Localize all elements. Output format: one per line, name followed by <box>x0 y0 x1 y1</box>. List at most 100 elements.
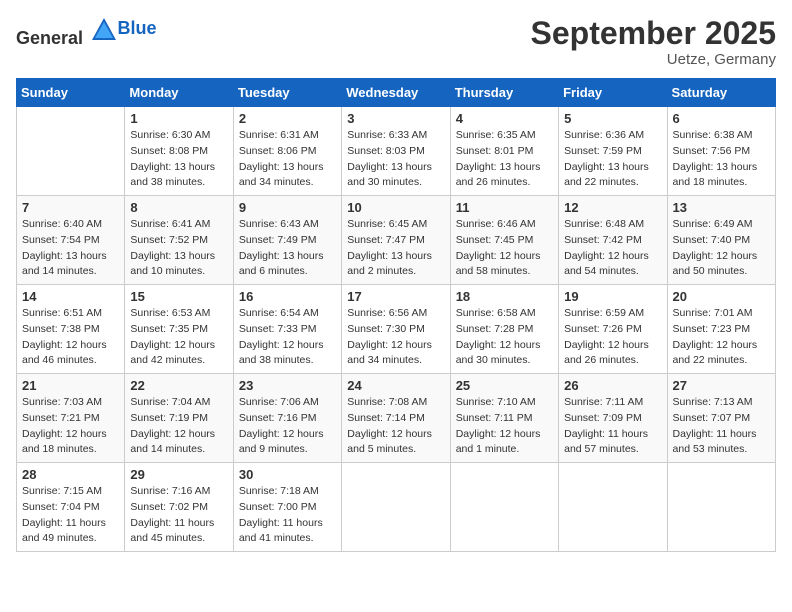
calendar-cell: 1Sunrise: 6:30 AMSunset: 8:08 PMDaylight… <box>125 107 233 196</box>
calendar-cell <box>342 463 450 552</box>
day-info: Sunrise: 6:54 AMSunset: 7:33 PMDaylight:… <box>239 306 336 369</box>
day-info: Sunrise: 6:45 AMSunset: 7:47 PMDaylight:… <box>347 217 444 280</box>
calendar-cell: 23 Sunrise: 7:06 AMSunset: 7:16 PMDayligh… <box>233 374 341 463</box>
day-info: Sunrise: 6:41 AMSunset: 7:52 PMDaylight:… <box>130 217 227 280</box>
calendar-cell: 16 Sunrise: 6:54 AMSunset: 7:33 PMDayligh… <box>233 285 341 374</box>
day-number: 21 <box>22 378 119 393</box>
day-number: 4 <box>456 111 553 126</box>
day-info: Sunrise: 7:08 AMSunset: 7:14 PMDaylight:… <box>347 395 444 458</box>
calendar-cell <box>17 107 125 196</box>
day-number: 8 <box>130 200 227 215</box>
day-info: Sunrise: 7:11 AMSunset: 7:09 PMDaylight:… <box>564 395 661 458</box>
calendar-cell <box>559 463 667 552</box>
calendar-cell: 20Sunrise: 7:01 AMSunset: 7:23 PMDayligh… <box>667 285 775 374</box>
calendar-cell: 29 Sunrise: 7:16 AMSunset: 7:02 PMDayligh… <box>125 463 233 552</box>
day-number: 27 <box>673 378 770 393</box>
calendar-cell: 15Sunrise: 6:53 AMSunset: 7:35 PMDayligh… <box>125 285 233 374</box>
day-info: Sunrise: 6:53 AMSunset: 7:35 PMDaylight:… <box>130 306 227 369</box>
day-info: Sunrise: 7:06 AMSunset: 7:16 PMDaylight:… <box>239 395 336 458</box>
calendar-cell: 19 Sunrise: 6:59 AMSunset: 7:26 PMDayligh… <box>559 285 667 374</box>
day-number: 24 <box>347 378 444 393</box>
calendar-cell: 22 Sunrise: 7:04 AMSunset: 7:19 PMDayligh… <box>125 374 233 463</box>
day-number: 16 <box>239 289 336 304</box>
day-info: Sunrise: 6:38 AMSunset: 7:56 PMDaylight:… <box>673 128 770 191</box>
day-number: 13 <box>673 200 770 215</box>
day-number: 25 <box>456 378 553 393</box>
day-number: 19 <box>564 289 661 304</box>
calendar-cell: 26 Sunrise: 7:11 AMSunset: 7:09 PMDayligh… <box>559 374 667 463</box>
day-info: Sunrise: 7:15 AMSunset: 7:04 PMDaylight:… <box>22 484 119 547</box>
day-info: Sunrise: 7:03 AMSunset: 7:21 PMDaylight:… <box>22 395 119 458</box>
week-row-5: 28Sunrise: 7:15 AMSunset: 7:04 PMDayligh… <box>17 463 776 552</box>
day-number: 26 <box>564 378 661 393</box>
calendar-cell: 4Sunrise: 6:35 AMSunset: 8:01 PMDaylight… <box>450 107 558 196</box>
calendar-cell: 5 Sunrise: 6:36 AMSunset: 7:59 PMDaylight… <box>559 107 667 196</box>
day-info: Sunrise: 6:33 AMSunset: 8:03 PMDaylight:… <box>347 128 444 191</box>
weekday-header-sunday: Sunday <box>17 79 125 107</box>
day-number: 18 <box>456 289 553 304</box>
day-info: Sunrise: 6:36 AMSunset: 7:59 PMDaylight:… <box>564 128 661 191</box>
calendar-cell <box>450 463 558 552</box>
day-number: 30 <box>239 467 336 482</box>
day-number: 23 <box>239 378 336 393</box>
logo-blue: Blue <box>118 18 157 39</box>
day-info: Sunrise: 7:04 AMSunset: 7:19 PMDaylight:… <box>130 395 227 458</box>
day-info: Sunrise: 7:18 AMSunset: 7:00 PMDaylight:… <box>239 484 336 547</box>
week-row-3: 14 Sunrise: 6:51 AMSunset: 7:38 PMDayligh… <box>17 285 776 374</box>
day-info: Sunrise: 6:46 AMSunset: 7:45 PMDaylight:… <box>456 217 553 280</box>
title-block: September 2025 Uetze, Germany <box>531 16 776 68</box>
calendar-cell: 9 Sunrise: 6:43 AMSunset: 7:49 PMDaylight… <box>233 196 341 285</box>
day-number: 22 <box>130 378 227 393</box>
calendar-cell: 13 Sunrise: 6:49 AMSunset: 7:40 PMDayligh… <box>667 196 775 285</box>
calendar-cell: 11 Sunrise: 6:46 AMSunset: 7:45 PMDayligh… <box>450 196 558 285</box>
day-number: 17 <box>347 289 444 304</box>
day-number: 7 <box>22 200 119 215</box>
weekday-header-friday: Friday <box>559 79 667 107</box>
day-number: 5 <box>564 111 661 126</box>
day-number: 14 <box>22 289 119 304</box>
day-info: Sunrise: 7:16 AMSunset: 7:02 PMDaylight:… <box>130 484 227 547</box>
day-info: Sunrise: 6:58 AMSunset: 7:28 PMDaylight:… <box>456 306 553 369</box>
day-info: Sunrise: 6:51 AMSunset: 7:38 PMDaylight:… <box>22 306 119 369</box>
day-info: Sunrise: 7:10 AMSunset: 7:11 PMDaylight:… <box>456 395 553 458</box>
calendar-cell: 14 Sunrise: 6:51 AMSunset: 7:38 PMDayligh… <box>17 285 125 374</box>
weekday-header-saturday: Saturday <box>667 79 775 107</box>
week-row-1: 1Sunrise: 6:30 AMSunset: 8:08 PMDaylight… <box>17 107 776 196</box>
location-subtitle: Uetze, Germany <box>531 51 776 68</box>
calendar-cell: 8 Sunrise: 6:41 AMSunset: 7:52 PMDaylight… <box>125 196 233 285</box>
day-number: 11 <box>456 200 553 215</box>
day-number: 9 <box>239 200 336 215</box>
calendar-cell: 12Sunrise: 6:48 AMSunset: 7:42 PMDayligh… <box>559 196 667 285</box>
calendar-cell: 7Sunrise: 6:40 AMSunset: 7:54 PMDaylight… <box>17 196 125 285</box>
calendar-cell: 3Sunrise: 6:33 AMSunset: 8:03 PMDaylight… <box>342 107 450 196</box>
page-header: General Blue September 2025 Uetze, Germa… <box>16 16 776 68</box>
calendar-cell <box>667 463 775 552</box>
calendar-cell: 30 Sunrise: 7:18 AMSunset: 7:00 PMDayligh… <box>233 463 341 552</box>
day-info: Sunrise: 7:01 AMSunset: 7:23 PMDaylight:… <box>673 306 770 369</box>
day-info: Sunrise: 6:49 AMSunset: 7:40 PMDaylight:… <box>673 217 770 280</box>
week-row-2: 7Sunrise: 6:40 AMSunset: 7:54 PMDaylight… <box>17 196 776 285</box>
day-number: 12 <box>564 200 661 215</box>
logo-icon <box>90 16 118 44</box>
weekday-header-monday: Monday <box>125 79 233 107</box>
calendar-cell: 17Sunrise: 6:56 AMSunset: 7:30 PMDayligh… <box>342 285 450 374</box>
week-row-4: 21 Sunrise: 7:03 AMSunset: 7:21 PMDayligh… <box>17 374 776 463</box>
day-number: 6 <box>673 111 770 126</box>
calendar-cell: 28Sunrise: 7:15 AMSunset: 7:04 PMDayligh… <box>17 463 125 552</box>
calendar-cell: 18 Sunrise: 6:58 AMSunset: 7:28 PMDayligh… <box>450 285 558 374</box>
calendar-cell: 6 Sunrise: 6:38 AMSunset: 7:56 PMDaylight… <box>667 107 775 196</box>
weekday-header-thursday: Thursday <box>450 79 558 107</box>
day-number: 2 <box>239 111 336 126</box>
day-info: Sunrise: 6:59 AMSunset: 7:26 PMDaylight:… <box>564 306 661 369</box>
day-info: Sunrise: 7:13 AMSunset: 7:07 PMDaylight:… <box>673 395 770 458</box>
calendar-cell: 24 Sunrise: 7:08 AMSunset: 7:14 PMDayligh… <box>342 374 450 463</box>
calendar-cell: 25 Sunrise: 7:10 AMSunset: 7:11 PMDayligh… <box>450 374 558 463</box>
calendar-table: SundayMondayTuesdayWednesdayThursdayFrid… <box>16 78 776 552</box>
day-info: Sunrise: 6:43 AMSunset: 7:49 PMDaylight:… <box>239 217 336 280</box>
calendar-cell: 27 Sunrise: 7:13 AMSunset: 7:07 PMDayligh… <box>667 374 775 463</box>
day-number: 29 <box>130 467 227 482</box>
day-info: Sunrise: 6:31 AMSunset: 8:06 PMDaylight:… <box>239 128 336 191</box>
day-number: 10 <box>347 200 444 215</box>
month-title: September 2025 <box>531 16 776 51</box>
weekday-header-wednesday: Wednesday <box>342 79 450 107</box>
